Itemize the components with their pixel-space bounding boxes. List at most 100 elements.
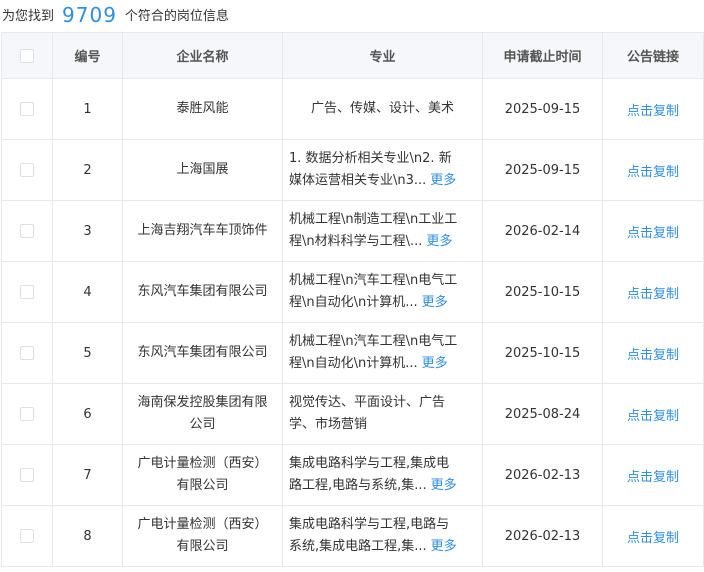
major-text: 广告、传媒、设计、美术 [310, 101, 454, 116]
more-link[interactable]: 更多 [422, 356, 448, 371]
row-checkbox[interactable] [20, 163, 34, 177]
row-number: 6 [52, 383, 123, 445]
row-select-cell[interactable] [1, 505, 53, 567]
copy-link-button[interactable]: 点击复制 [627, 226, 679, 241]
result-count: 9709 [62, 3, 117, 27]
company-cell: 海南保发控股集团有限 公司 [122, 383, 283, 445]
table-row: 1 泰胜风能 广告、传媒、设计、美术 2025-09-15 点击复制 [1, 78, 704, 140]
major-text: 程\n自动化\n计算机... [289, 295, 418, 310]
table-row: 3 上海吉翔汽车车顶饰件 机械工程\n制造工程\n工业工 程\n材料科学与工程\...… [1, 200, 704, 262]
link-cell[interactable]: 点击复制 [602, 505, 704, 567]
table-row: 8 广电计量检测（西安） 有限公司 集成电路科学与工程,电路与 系统,集成电路工程,集.… [1, 505, 704, 567]
row-number: 4 [52, 261, 123, 323]
table-row: 2 上海国展 1. 数据分析相关专业\n2. 新媒体运营相关专业\n3... 更多 20… [1, 139, 704, 201]
row-select-cell[interactable] [1, 78, 53, 140]
copy-link-button[interactable]: 点击复制 [627, 470, 679, 485]
major-line: 学、市场营销 [284, 414, 482, 436]
select-all-checkbox[interactable] [20, 48, 34, 63]
link-cell[interactable]: 点击复制 [602, 261, 704, 323]
row-checkbox[interactable] [20, 285, 34, 299]
company-name-line: 泰胜风能 [176, 101, 229, 116]
more-link[interactable]: 更多 [430, 173, 456, 188]
company-cell: 上海国展 [122, 139, 283, 201]
row-checkbox[interactable] [20, 102, 34, 116]
copy-link-button[interactable]: 点击复制 [627, 409, 679, 424]
more-link[interactable]: 更多 [431, 478, 457, 493]
header-major: 专业 [282, 32, 483, 79]
row-checkbox[interactable] [20, 224, 34, 238]
company-name-line: 东风汽车集团有限公司 [137, 284, 268, 299]
company-cell: 东风汽车集团有限公司 [122, 322, 283, 384]
row-select-cell[interactable] [1, 139, 53, 201]
major-line: 路工程,电路与系统,集... 更多 [284, 475, 482, 497]
header-link: 公告链接 [602, 32, 704, 79]
major-line: 机械工程\n汽车工程\n电气工 [284, 331, 482, 353]
row-number: 2 [52, 139, 123, 201]
summary-prefix: 为您找到 [2, 9, 55, 24]
major-line: 广告、传媒、设计、美术 [284, 98, 482, 120]
major-text: 机械工程\n制造工程\n工业工 [289, 212, 458, 227]
table-row: 6 海南保发控股集团有限 公司 视觉传达、平面设计、广告 学、市场营销 2025-08-2… [1, 383, 704, 445]
major-text: 程\n自动化\n计算机... [289, 356, 418, 371]
link-cell[interactable]: 点击复制 [602, 383, 704, 445]
company-name-line: 有限公司 [176, 539, 229, 554]
row-checkbox[interactable] [20, 346, 34, 360]
more-link[interactable]: 更多 [431, 539, 457, 554]
table-row: 5 东风汽车集团有限公司 机械工程\n汽车工程\n电气工程\n自动化\n计算机...… [1, 322, 704, 384]
select-all-cell[interactable] [1, 32, 53, 79]
link-cell[interactable]: 点击复制 [602, 78, 704, 140]
major-line: 1. 数据分析相关专业\n2. 新 [284, 148, 482, 170]
major-cell: 集成电路科学与工程,集成电 路工程,电路与系统,集... 更多 [282, 444, 483, 506]
major-line: 系统,集成电路工程,集... 更多 [284, 536, 482, 558]
link-cell[interactable]: 点击复制 [602, 322, 704, 384]
major-text: 视觉传达、平面设计、广告 [289, 395, 446, 410]
deadline-cell: 2026-02-13 [482, 505, 603, 567]
table-row: 4 东风汽车集团有限公司 机械工程\n汽车工程\n电气工 程\n自动化\n计算机...… [1, 261, 704, 323]
major-line: 媒体运营相关专业\n3... 更多 [284, 170, 482, 192]
header-no: 编号 [52, 32, 123, 79]
link-cell[interactable]: 点击复制 [602, 200, 704, 262]
company-name-line: 广电计量检测（西安） [137, 517, 268, 532]
more-link[interactable]: 更多 [422, 295, 448, 310]
major-text: 学、市场营销 [289, 417, 368, 432]
link-cell[interactable]: 点击复制 [602, 139, 704, 201]
more-link[interactable]: 更多 [426, 234, 452, 249]
header-deadline: 申请截止时间 [482, 32, 603, 79]
company-cell: 东风汽车集团有限公司 [122, 261, 283, 323]
row-select-cell[interactable] [1, 444, 53, 506]
deadline-cell: 2026-02-14 [482, 200, 603, 262]
major-text: 媒体运营相关专业\n3... [289, 173, 427, 188]
table-body: 1 泰胜风能 广告、传媒、设计、美术 2025-09-15 点击复制 2 上海国展 1. 数据… [1, 78, 704, 567]
major-line: 视觉传达、平面设计、广告 [284, 392, 482, 414]
company-name-line: 广电计量检测（西安） [137, 456, 268, 471]
link-cell[interactable]: 点击复制 [602, 444, 704, 506]
company-name-line: 有限公司 [176, 478, 229, 493]
row-number: 7 [52, 444, 123, 506]
row-select-cell[interactable] [1, 200, 53, 262]
job-table: 编号 企业名称 专业 申请截止时间 公告链接 1 泰胜风能 广告、传媒、设计、美术 2… [1, 32, 704, 567]
company-cell: 上海吉翔汽车车顶饰件 [122, 200, 283, 262]
row-select-cell[interactable] [1, 322, 53, 384]
row-checkbox[interactable] [20, 407, 34, 421]
company-cell: 泰胜风能 [122, 78, 283, 140]
company-name-line: 海南保发控股集团有限 [137, 395, 268, 410]
company-cell: 广电计量检测（西安） 有限公司 [122, 505, 283, 567]
company-name-line: 上海吉翔汽车车顶饰件 [137, 223, 268, 238]
summary-suffix: 个符合的岗位信息 [124, 9, 229, 24]
copy-link-button[interactable]: 点击复制 [627, 104, 679, 119]
row-select-cell[interactable] [1, 261, 53, 323]
row-select-cell[interactable] [1, 383, 53, 445]
row-checkbox[interactable] [20, 468, 34, 482]
copy-link-button[interactable]: 点击复制 [627, 348, 679, 363]
row-number: 5 [52, 322, 123, 384]
row-number: 1 [52, 78, 123, 140]
major-cell: 视觉传达、平面设计、广告 学、市场营销 [282, 383, 483, 445]
copy-link-button[interactable]: 点击复制 [627, 165, 679, 180]
major-line: 集成电路科学与工程,电路与 [284, 514, 482, 536]
copy-link-button[interactable]: 点击复制 [627, 531, 679, 546]
table-header-row: 编号 企业名称 专业 申请截止时间 公告链接 [1, 32, 704, 79]
row-checkbox[interactable] [20, 529, 34, 543]
copy-link-button[interactable]: 点击复制 [627, 287, 679, 302]
major-line: 集成电路科学与工程,集成电 [284, 453, 482, 475]
table-row: 7 广电计量检测（西安） 有限公司 集成电路科学与工程,集成电 路工程,电路与系统,集.… [1, 444, 704, 506]
